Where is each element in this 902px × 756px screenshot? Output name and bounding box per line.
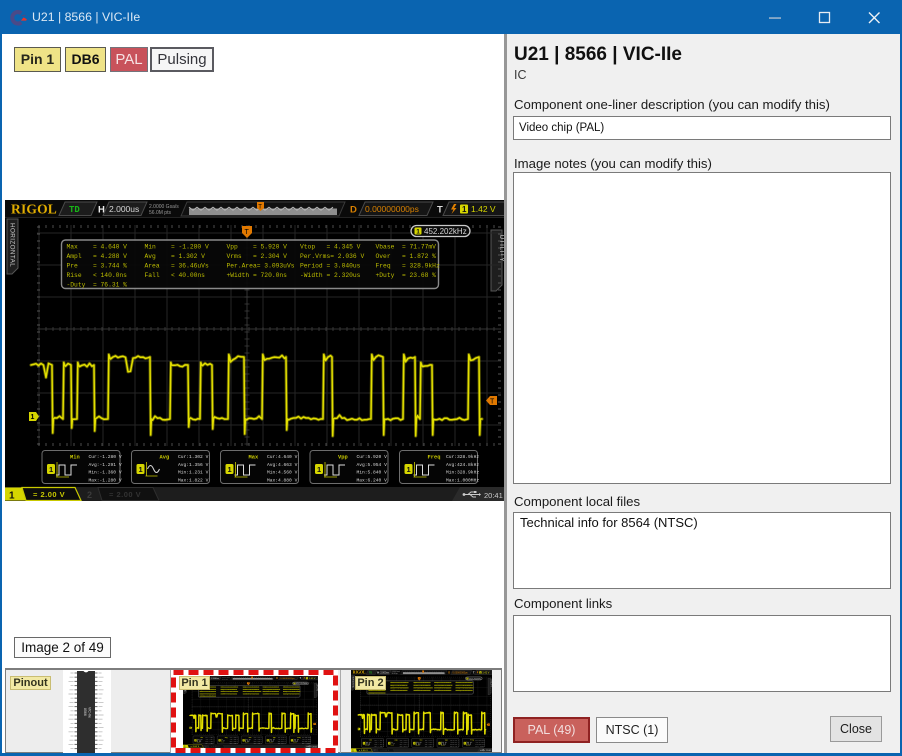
svg-text:8566: 8566: [83, 708, 87, 716]
svg-text:VIC-IIe: VIC-IIe: [88, 707, 92, 718]
